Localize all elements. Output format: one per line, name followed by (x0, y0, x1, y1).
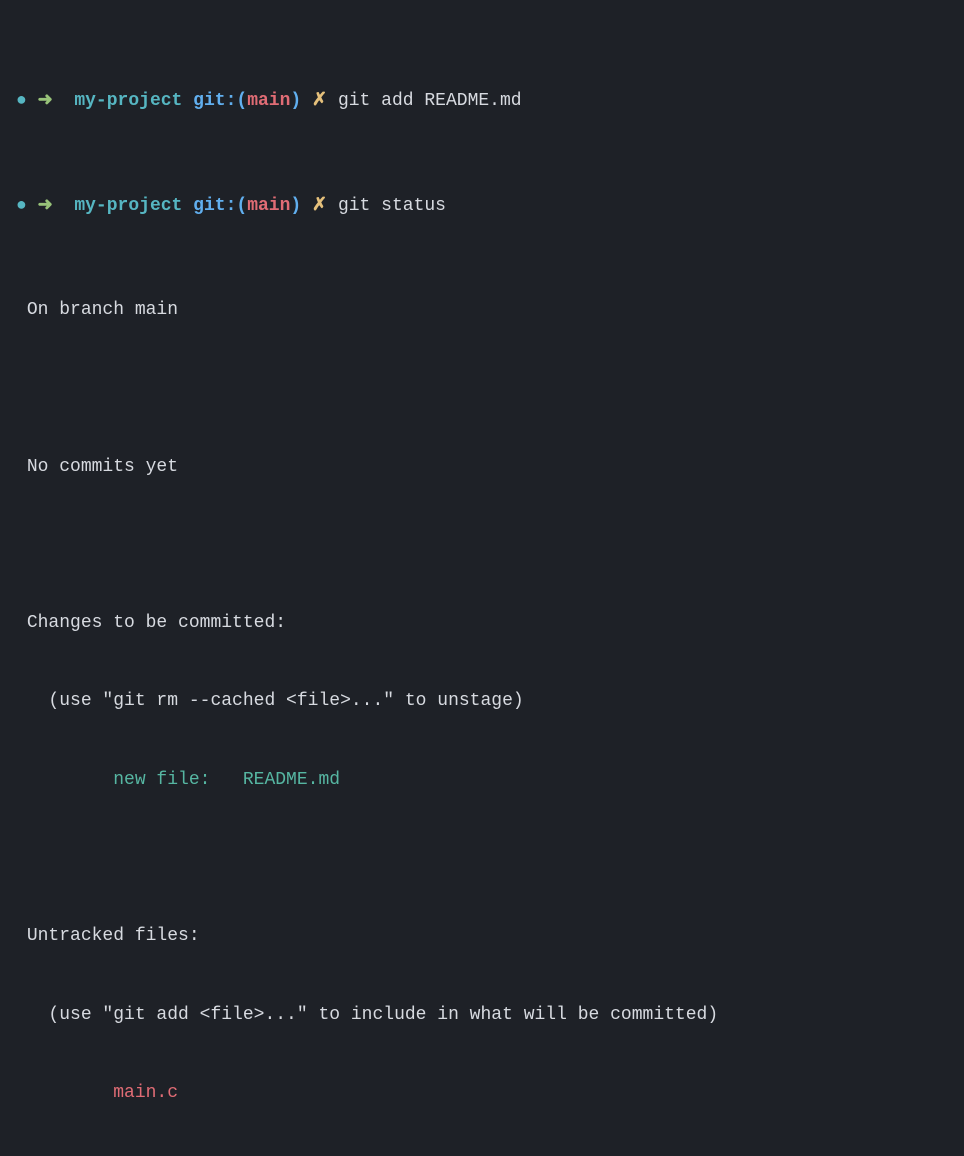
prompt-line-1: ● ➜ my-project git:(main) ✗ git add READ… (16, 88, 948, 114)
output-line: No commits yet (16, 454, 948, 480)
unstage-hint-text: (use "git rm --cached <file>..." to unst… (27, 688, 524, 714)
git-paren-close: ) (290, 88, 301, 114)
on-branch-text: On branch main (27, 297, 178, 323)
terminal[interactable]: ● ➜ my-project git:(main) ✗ git add READ… (16, 10, 948, 1156)
arrow-icon: ➜ (38, 193, 53, 219)
output-line: Changes to be committed: (16, 610, 948, 636)
project-name: my-project (74, 193, 182, 219)
output-line (16, 845, 948, 871)
git-branch: main (247, 193, 290, 219)
staged-file-text: new file: README.md (27, 767, 340, 793)
dirty-icon: ✗ (312, 193, 327, 219)
git-paren-open: ( (236, 193, 247, 219)
prompt-line-2: ● ➜ my-project git:(main) ✗ git status (16, 193, 948, 219)
status-bullet-icon: ● (16, 193, 27, 219)
output-line: Untracked files: (16, 923, 948, 949)
git-paren-close: ) (290, 193, 301, 219)
git-label: git: (193, 193, 236, 219)
no-commits-text: No commits yet (27, 454, 178, 480)
output-line: (use "git rm --cached <file>..." to unst… (16, 688, 948, 714)
output-line: new file: README.md (16, 767, 948, 793)
changes-header-text: Changes to be committed: (27, 610, 286, 636)
git-label: git: (193, 88, 236, 114)
untracked-header-text: Untracked files: (27, 923, 200, 949)
project-name: my-project (74, 88, 182, 114)
command-text: git status (338, 193, 446, 219)
include-hint-text: (use "git add <file>..." to include in w… (27, 1002, 718, 1028)
git-paren-open: ( (236, 88, 247, 114)
arrow-icon: ➜ (38, 88, 53, 114)
dirty-icon: ✗ (312, 88, 327, 114)
git-branch: main (247, 88, 290, 114)
output-line: main.c (16, 1080, 948, 1106)
output-line (16, 375, 948, 401)
output-line: On branch main (16, 297, 948, 323)
untracked-file-text: main.c (27, 1080, 178, 1106)
status-bullet-icon: ● (16, 88, 27, 114)
command-text: git add README.md (338, 88, 522, 114)
output-line (16, 532, 948, 558)
output-line: (use "git add <file>..." to include in w… (16, 1002, 948, 1028)
